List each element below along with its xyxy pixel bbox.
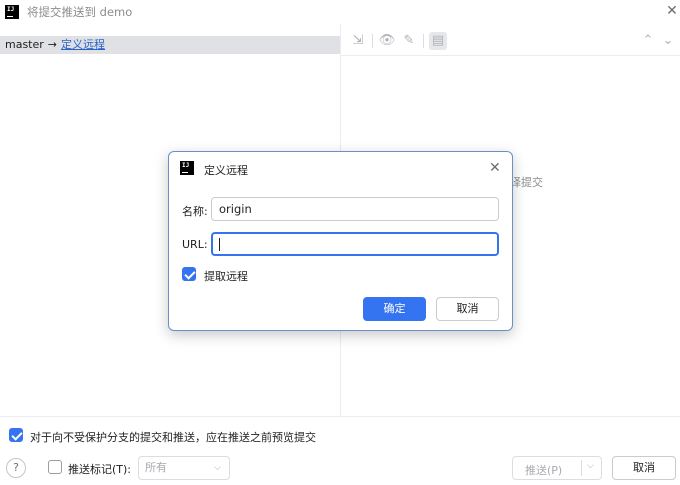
empty-hint: 译提交: [510, 176, 543, 189]
chevron-down-icon[interactable]: ⌵: [587, 461, 594, 471]
tags-select-value: 所有: [145, 461, 167, 474]
fetch-remote-label: 提取远程: [204, 270, 248, 283]
chevron-down-icon: ⌵: [214, 463, 221, 473]
footer-divider: [0, 416, 680, 417]
app-logo-icon: IJ: [5, 5, 19, 19]
text-caret: [219, 238, 220, 251]
help-button[interactable]: ?: [6, 458, 26, 478]
cancel-button[interactable]: 取消: [612, 456, 676, 480]
push-button-label: 推送(P): [525, 464, 563, 477]
window-title: 将提交推送到 demo: [27, 5, 133, 19]
dialog-close-icon[interactable]: ✕: [489, 160, 501, 176]
dialog-title: 定义远程: [204, 164, 248, 177]
dialog-cancel-button[interactable]: 取消: [436, 297, 499, 321]
preview-commits-label: 对于向不受保护分支的提交和推送，应在推送之前预览提交: [30, 431, 316, 444]
collapse-icon[interactable]: ⇲: [349, 32, 367, 50]
branch-row[interactable]: master → 定义远程: [0, 36, 340, 54]
local-branch-name: master: [5, 38, 44, 51]
split-separator: [581, 460, 582, 476]
preview-commits-checkbox[interactable]: [9, 428, 23, 442]
collapse-vertical-icon[interactable]: ⌄: [659, 32, 677, 50]
toolbar-separator: [423, 34, 424, 48]
push-tags-checkbox[interactable]: [48, 460, 62, 474]
app-logo-icon: IJ: [180, 161, 194, 175]
url-input[interactable]: [211, 232, 499, 256]
arrow-icon: →: [47, 38, 58, 51]
window-close-icon[interactable]: ✕: [664, 3, 680, 19]
toolbar-separator: [372, 34, 373, 48]
expand-vertical-icon[interactable]: ⌃: [639, 32, 657, 50]
pencil-icon[interactable]: ✎: [400, 32, 418, 50]
tags-select[interactable]: 所有 ⌵: [138, 456, 230, 480]
define-remote-link[interactable]: 定义远程: [61, 38, 105, 51]
fetch-remote-checkbox[interactable]: [182, 267, 196, 281]
title-bar: IJ 将提交推送到 demo ✕: [0, 0, 680, 24]
push-tags-label: 推送标记(T):: [68, 463, 132, 476]
ok-button[interactable]: 确定: [363, 297, 426, 321]
url-label: URL:: [182, 238, 208, 251]
name-input[interactable]: origin: [211, 197, 499, 221]
details-toolbar: ⇲ 👁 ✎ ▤ ⌃ ⌄: [341, 28, 680, 56]
eye-icon[interactable]: 👁: [378, 32, 396, 50]
define-remote-dialog: IJ 定义远程 ✕ 名称: origin URL: 提取远程 确定 取消: [168, 151, 513, 331]
name-label: 名称:: [182, 205, 208, 218]
layout-icon[interactable]: ▤: [429, 32, 447, 50]
push-button[interactable]: 推送(P) ⌵: [512, 456, 602, 480]
